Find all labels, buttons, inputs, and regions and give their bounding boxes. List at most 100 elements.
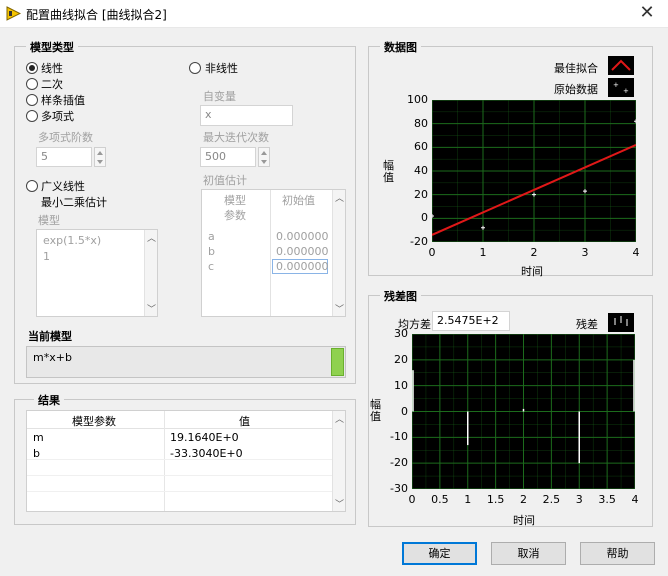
results-scrollbar[interactable]: ︿ ﹀ — [332, 411, 345, 511]
results-row-value: -33.3040E+0 — [170, 447, 243, 460]
indep-var-field[interactable]: x — [200, 105, 293, 126]
least-squares-label: 最小二乘估计 — [41, 196, 107, 209]
legend-best-fit-label: 最佳拟合 — [554, 62, 598, 75]
initial-guess-table[interactable]: 模型 参数 初始值 a 0.000000 b 0.000000 c 0.0000… — [201, 189, 346, 317]
guess-header-param-2: 参数 — [224, 209, 246, 222]
radio-polynomial[interactable] — [26, 110, 38, 122]
residual-graph-legend: 残差图 — [380, 288, 421, 304]
results-row-value: 19.1640E+0 — [170, 431, 239, 444]
radio-general-linear[interactable] — [26, 180, 38, 192]
current-model-field: m*x+b — [26, 346, 346, 378]
radio-spline[interactable] — [26, 94, 38, 106]
guess-row-param: b — [208, 245, 215, 258]
max-iter-label: 最大迭代次数 — [203, 131, 269, 144]
radio-nonlinear-label[interactable]: 非线性 — [205, 60, 238, 76]
results-header-value: 值 — [239, 415, 250, 428]
data-graph-legend: 数据图 — [380, 39, 421, 55]
data-plot-area[interactable] — [432, 100, 636, 242]
chevron-down-icon[interactable]: ﹀ — [333, 302, 346, 315]
initial-guess-label: 初值估计 — [203, 174, 247, 187]
y-tick-label: -10 — [390, 430, 408, 444]
y-tick-label: 100 — [407, 93, 428, 106]
spin-down-icon — [261, 160, 267, 164]
guess-row-value[interactable]: 0.000000 — [276, 245, 329, 258]
results-header-param: 模型参数 — [72, 415, 116, 428]
y-tick-label: 20 — [414, 187, 428, 201]
chevron-up-icon[interactable]: ︿ — [145, 231, 158, 244]
help-button[interactable]: 帮助 — [580, 542, 655, 565]
residual-plot-area[interactable] — [412, 334, 635, 489]
radio-general-linear-label[interactable]: 广义线性 — [41, 178, 85, 194]
max-iter-field[interactable]: 500 — [200, 147, 256, 167]
model-textbox[interactable]: exp(1.5*x) 1 ︿ ﹀ — [36, 229, 158, 317]
model-label: 模型 — [38, 214, 60, 227]
svg-text:+: + — [613, 81, 619, 89]
results-row-line — [27, 491, 345, 492]
x-tick-label: 4 — [631, 493, 639, 506]
guess-header-param-1: 模型 — [224, 194, 246, 207]
legend-residual-swatch — [608, 313, 634, 332]
results-row-line — [27, 475, 345, 476]
spin-up-icon — [261, 151, 267, 155]
x-tick-label: 0 — [428, 246, 436, 259]
chevron-up-icon[interactable]: ︿ — [333, 412, 346, 425]
poly-order-field[interactable]: 5 — [36, 147, 92, 167]
results-col-divider — [164, 411, 165, 511]
residual-plot-ylabel: 幅值 — [370, 398, 381, 423]
radio-linear-label[interactable]: 线性 — [41, 60, 63, 76]
current-model-label: 当前模型 — [28, 330, 72, 343]
legend-best-fit-swatch — [608, 56, 634, 75]
results-table: 模型参数 值 m 19.1640E+0 b -33.3040E+0 ︿ ﹀ — [26, 410, 346, 512]
chevron-up-icon[interactable]: ︿ — [333, 191, 346, 204]
labview-app-icon — [6, 6, 21, 21]
raw-data-point — [634, 119, 636, 124]
svg-text:+: + — [623, 87, 629, 95]
indep-var-label: 自变量 — [203, 90, 236, 103]
radio-quadratic-label[interactable]: 二次 — [41, 76, 63, 92]
raw-data-point — [432, 213, 434, 218]
poly-order-label: 多项式阶数 — [38, 131, 93, 144]
guess-table-scrollbar[interactable]: ︿ ﹀ — [332, 190, 345, 316]
guess-col-divider — [270, 190, 271, 316]
results-legend: 结果 — [34, 392, 64, 408]
mse-field: 2.5475E+2 — [432, 311, 510, 331]
poly-order-stepper[interactable] — [94, 147, 106, 167]
radio-polynomial-label[interactable]: 多项式 — [41, 108, 74, 124]
model-type-legend: 模型类型 — [26, 39, 78, 55]
x-tick-label: 2 — [530, 246, 538, 259]
legend-raw-swatch: ++ — [608, 78, 634, 97]
chevron-down-icon[interactable]: ﹀ — [333, 497, 346, 510]
x-tick-label: 4 — [632, 246, 640, 259]
window-title: 配置曲线拟合 [曲线拟合2] — [26, 8, 167, 22]
data-plot-ylabel: 幅值 — [383, 159, 394, 184]
y-tick-label: 10 — [394, 378, 408, 392]
guess-row-value[interactable]: 0.000000 — [272, 259, 329, 274]
radio-nonlinear[interactable] — [189, 62, 201, 74]
radio-spline-label[interactable]: 样条插值 — [41, 92, 85, 108]
radio-quadratic[interactable] — [26, 78, 38, 90]
y-tick-label: 20 — [394, 352, 408, 366]
chevron-down-icon[interactable]: ﹀ — [145, 302, 158, 315]
guess-row-value[interactable]: 0.000000 — [276, 230, 329, 243]
guess-row-param: a — [208, 230, 215, 243]
radio-linear[interactable] — [26, 62, 38, 74]
close-icon[interactable]: ✕ — [630, 2, 664, 26]
max-iter-stepper[interactable] — [258, 147, 270, 167]
cancel-button[interactable]: 取消 — [491, 542, 566, 565]
raw-data-point — [481, 225, 485, 230]
title-bar: 配置曲线拟合 [曲线拟合2] ✕ — [0, 0, 668, 28]
results-row-param: m — [33, 431, 44, 444]
model-textbox-scrollbar[interactable]: ︿ ﹀ — [144, 230, 157, 316]
y-tick-label: 60 — [414, 140, 428, 154]
y-tick-label: 30 — [394, 327, 408, 340]
x-tick-label: 1 — [479, 246, 487, 259]
ok-button[interactable]: 确定 — [402, 542, 477, 565]
model-line: 1 — [43, 250, 50, 263]
x-tick-label: 3 — [581, 246, 589, 259]
spin-up-icon — [97, 151, 103, 155]
model-line: exp(1.5*x) — [43, 234, 102, 247]
results-row-param: b — [33, 447, 40, 460]
data-plot-xlabel: 时间 — [521, 265, 543, 278]
y-tick-label: 0 — [421, 211, 428, 225]
legend-residual-label: 残差 — [576, 318, 598, 331]
